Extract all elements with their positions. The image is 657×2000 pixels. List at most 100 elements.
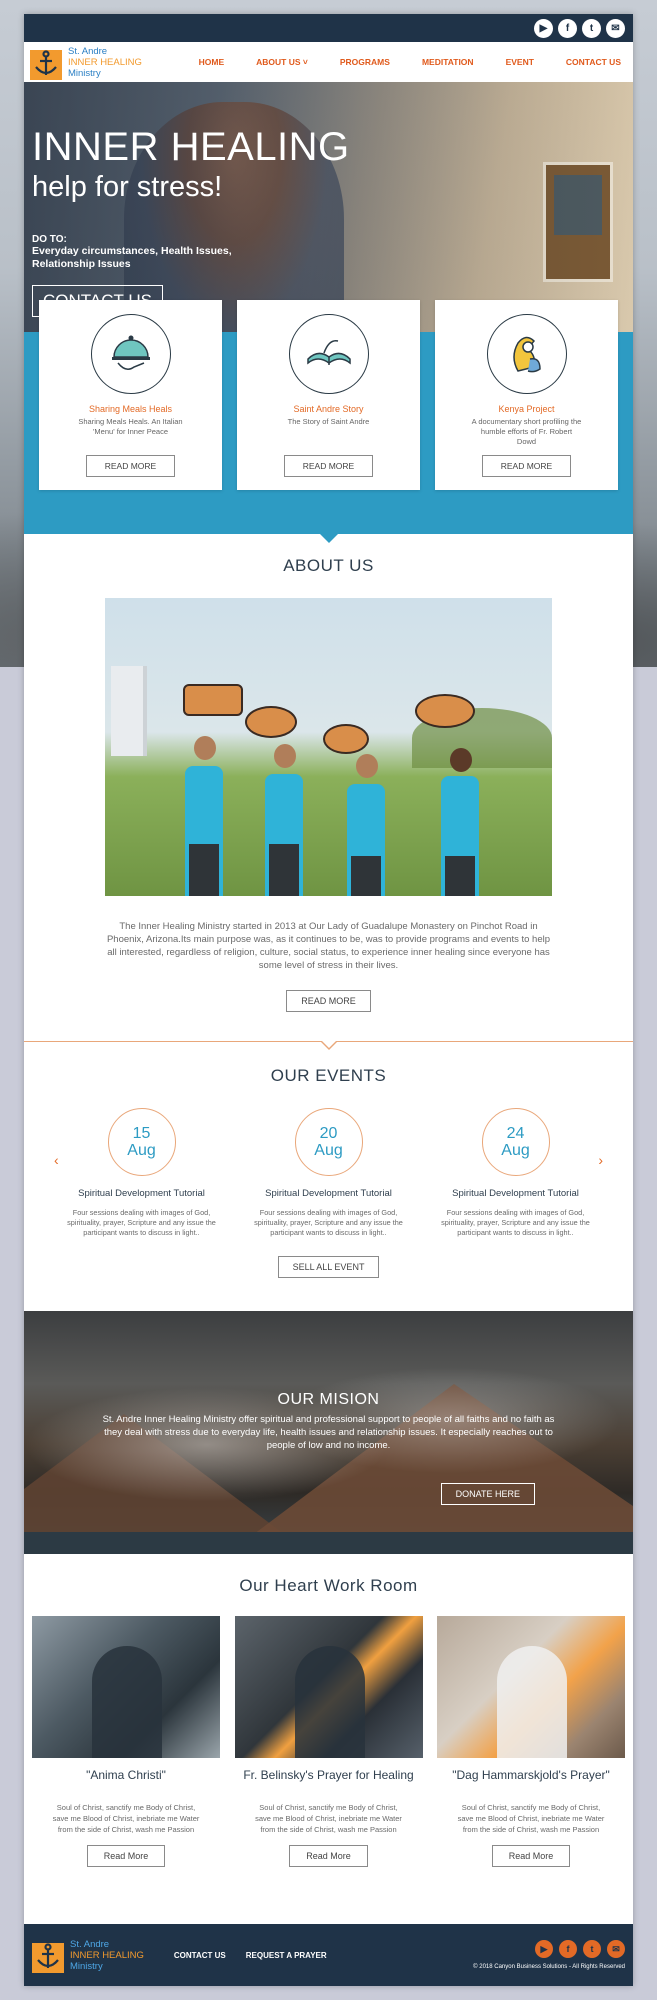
photo-person: [337, 741, 395, 896]
email-icon[interactable]: ✉: [606, 18, 625, 38]
feature-title: Kenya Project: [498, 404, 555, 414]
donate-button[interactable]: DONATE HERE: [440, 1483, 535, 1505]
feature-desc: Sharing Meals Heals. An Italian 'Menu' f…: [78, 417, 183, 436]
event-month: Aug: [127, 1142, 156, 1159]
prayer-text: Soul of Christ, sanctify me Body of Chri…: [457, 1803, 605, 1834]
event-day: 20: [319, 1125, 338, 1142]
logo-line-2: INNER HEALING: [70, 1949, 144, 1961]
feature-desc: The Story of Saint Andre: [287, 417, 370, 426]
feature-card: Saint Andre Story The Story of Saint And…: [237, 300, 420, 490]
chevron-left-icon[interactable]: ‹: [54, 1152, 59, 1168]
website-page: ▶ f t ✉ St. Andre INNER HEALING Ministry: [24, 14, 633, 1986]
nav-event[interactable]: EVENT: [490, 57, 550, 67]
chevron-right-icon[interactable]: ›: [598, 1152, 603, 1168]
event-date-badge: 15 Aug: [107, 1108, 176, 1176]
feature-card: Sharing Meals Heals Sharing Meals Heals.…: [39, 300, 222, 490]
mission-section: OUR MISION St. Andre Inner Healing Minis…: [24, 1311, 633, 1554]
event-item[interactable]: 15 Aug Spiritual Development Tutorial Fo…: [58, 1108, 225, 1238]
facebook-icon[interactable]: f: [558, 18, 577, 38]
prayer-card: Fr. Belinsky's Prayer for Healing Soul o…: [234, 1616, 423, 1867]
event-desc: Four sessions dealing with images of God…: [254, 1208, 403, 1237]
hero-subtitle: help for stress!: [32, 171, 223, 203]
copyright-text: © 2018 Canyon Business Solutions - All R…: [473, 1964, 625, 1970]
twitter-icon[interactable]: t: [583, 1940, 601, 1958]
prayer-photo: [234, 1616, 423, 1758]
site-logo[interactable]: St. Andre INNER HEALING Ministry: [30, 44, 183, 80]
event-date-badge: 24 Aug: [481, 1108, 550, 1176]
prayer-title: "Dag Hammarskjold's Prayer": [452, 1768, 610, 1782]
about-read-more-button[interactable]: READ MORE: [286, 990, 371, 1012]
read-more-button[interactable]: READ MORE: [85, 455, 176, 477]
event-desc: Four sessions dealing with images of God…: [67, 1208, 216, 1237]
heart-title: Our Heart Work Room: [239, 1576, 418, 1595]
hero-banner: INNER HEALING help for stress! DO TO: Ev…: [24, 82, 633, 332]
open-book-icon: [288, 314, 369, 394]
hero-do-label: DO TO:: [32, 234, 67, 245]
prayer-text: Soul of Christ, sanctify me Body of Chri…: [255, 1803, 402, 1834]
serving-dish-icon: [90, 314, 171, 394]
footer-right: ▶ f t ✉ © 2018 Canyon Business Solutions…: [473, 1940, 625, 1970]
event-desc: Four sessions dealing with images of God…: [441, 1208, 590, 1237]
logo-line-1: St. Andre: [70, 1938, 110, 1950]
footer-contact-us-link[interactable]: CONTACT US: [174, 1951, 226, 1960]
mission-title: OUR MISION: [277, 1391, 380, 1408]
footer-logo[interactable]: St. Andre INNER HEALING Ministry: [32, 1937, 144, 1973]
event-day: 15: [132, 1125, 151, 1142]
feature-cards: Sharing Meals Heals Sharing Meals Heals.…: [39, 300, 618, 490]
footer-request-prayer-link[interactable]: REQUEST A PRAYER: [246, 1951, 327, 1960]
about-title: ABOUT US: [283, 556, 374, 575]
speech-bubble: [183, 684, 243, 716]
nav-home[interactable]: HOME: [183, 57, 241, 67]
logo-text: St. Andre INNER HEALING Ministry: [70, 1939, 144, 1972]
hero-title: INNER HEALING: [32, 125, 350, 169]
nav-about-us[interactable]: ABOUT US ˅: [240, 57, 324, 67]
photo-person: [431, 736, 489, 896]
photo-building: [111, 666, 147, 756]
logo-text: St. Andre INNER HEALING Ministry: [68, 46, 142, 79]
heart-card-list: "Anima Christi" Soul of Christ, sanctify…: [24, 1616, 633, 1867]
read-more-button[interactable]: Read More: [289, 1845, 368, 1867]
see-all-events-button[interactable]: SELL ALL EVENT: [277, 1256, 380, 1278]
speech-bubble: [415, 694, 475, 728]
read-more-button[interactable]: READ MORE: [481, 455, 572, 477]
feature-band: Sharing Meals Heals Sharing Meals Heals.…: [24, 300, 633, 543]
photo-person: [255, 736, 313, 896]
feature-desc: A documentary short profiling the humble…: [471, 417, 582, 446]
about-section: ABOUT US The Inner Healing Ministry star…: [24, 534, 633, 1050]
mission-text: St. Andre Inner Healing Ministry offer s…: [102, 1414, 555, 1451]
praying-figure-icon: [486, 314, 567, 394]
read-more-button[interactable]: Read More: [491, 1845, 571, 1867]
youtube-icon[interactable]: ▶: [534, 18, 553, 38]
facebook-icon[interactable]: f: [559, 1940, 577, 1958]
about-photo: [105, 598, 552, 896]
event-title: Spiritual Development Tutorial: [452, 1188, 579, 1199]
prayer-card: "Dag Hammarskjold's Prayer" Soul of Chri…: [437, 1616, 625, 1867]
speech-bubble: [323, 724, 369, 754]
event-day: 24: [506, 1125, 525, 1142]
event-title: Spiritual Development Tutorial: [265, 1188, 392, 1199]
footer-links: CONTACT US REQUEST A PRAYER: [174, 1951, 327, 1960]
lake-shape: [24, 1532, 633, 1554]
event-item[interactable]: 20 Aug Spiritual Development Tutorial Fo…: [245, 1108, 412, 1238]
main-navbar: St. Andre INNER HEALING Ministry HOME AB…: [24, 42, 633, 82]
nav-programs[interactable]: PROGRAMS: [324, 57, 406, 67]
event-month: Aug: [501, 1142, 530, 1159]
twitter-icon[interactable]: t: [582, 18, 601, 38]
logo-line-3: Ministry: [70, 1960, 103, 1972]
email-icon[interactable]: ✉: [607, 1940, 625, 1958]
nav-contact-us[interactable]: CONTACT US: [550, 57, 627, 67]
prayer-title: "Anima Christi": [86, 1768, 166, 1782]
youtube-icon[interactable]: ▶: [535, 1940, 553, 1958]
hero-content: INNER HEALING help for stress! DO TO: Ev…: [32, 126, 350, 317]
heart-work-room-section: Our Heart Work Room "Anima Christi" Soul…: [24, 1554, 633, 1894]
events-section: OUR EVENTS ‹ › 15 Aug Spiritual Developm…: [24, 1042, 633, 1311]
mission-content: OUR MISION St. Andre Inner Healing Minis…: [24, 1311, 633, 1452]
feature-title: Sharing Meals Heals: [88, 404, 173, 414]
photo-person: [175, 706, 233, 896]
read-more-button[interactable]: READ MORE: [283, 455, 374, 477]
nav-meditation[interactable]: MEDITATION: [406, 57, 490, 67]
event-item[interactable]: 24 Aug Spiritual Development Tutorial Fo…: [432, 1108, 599, 1238]
read-more-button[interactable]: Read More: [86, 1845, 166, 1867]
prayer-title: Fr. Belinsky's Prayer for Healing: [243, 1768, 414, 1782]
event-date-badge: 20 Aug: [294, 1108, 363, 1176]
